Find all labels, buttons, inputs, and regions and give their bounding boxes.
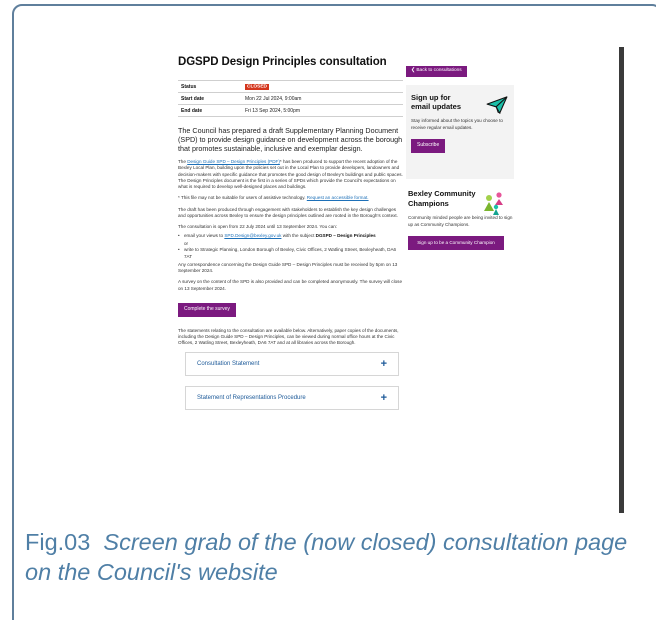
sidebar: ❮ Back to consultations Sign up for emai…: [406, 58, 516, 251]
signup-title: Sign up for email updates: [411, 93, 462, 112]
engagement-paragraph: The draft has been produced through enga…: [178, 206, 398, 219]
status-badge: CLOSED: [245, 84, 269, 90]
figure-number: Fig.03: [25, 529, 91, 555]
community-people-icon: [484, 192, 503, 216]
email-signup-panel: Sign up for email updates Stay informed …: [406, 85, 514, 180]
table-row: Status CLOSED: [178, 80, 403, 93]
status-label: Status: [178, 80, 242, 93]
response-options-list: email your views to SPD.Design@bexley.go…: [178, 232, 403, 240]
end-date-value: Fri 13 Sep 2024, 5:00pm: [242, 104, 403, 117]
plus-icon[interactable]: +: [381, 392, 387, 404]
status-table: Status CLOSED Start date Mon 22 Jul 2024…: [178, 80, 403, 117]
design-guide-pdf-link[interactable]: Design Guide SPD – Design Principles (PD…: [187, 159, 280, 164]
survey-paragraph: A survey on the content of the SPD is al…: [178, 279, 403, 291]
accessible-format-link[interactable]: Request an accessible format.: [307, 195, 369, 200]
plus-icon[interactable]: +: [381, 358, 387, 370]
paper-plane-icon: [486, 96, 508, 115]
bullet-text: email your views to: [184, 232, 225, 238]
statements-paragraph: The statements relating to the consultat…: [178, 327, 399, 346]
complete-survey-button[interactable]: Complete the survey: [178, 302, 236, 317]
table-row: Start date Mon 22 Jul 2024, 9:00am: [178, 92, 403, 105]
bullet-text: with the subject: [281, 232, 316, 238]
start-date-value: Mon 22 Jul 2024, 9:00am: [242, 92, 403, 105]
end-date-label: End date: [178, 104, 242, 117]
scrollbar[interactable]: [619, 47, 624, 513]
table-row: End date Fri 13 Sep 2024, 5:00pm: [178, 104, 403, 117]
community-champion-signup-button[interactable]: Sign up to be a Community Champion: [408, 235, 504, 251]
subscribe-button[interactable]: Subscribe: [411, 138, 446, 153]
caption-text: Screen grab of the (now closed) consulta…: [25, 529, 628, 585]
figure-caption: Fig.03 Screen grab of the (now closed) c…: [25, 527, 645, 587]
main-content: DGSPD Design Principles consultation Sta…: [178, 56, 403, 411]
community-champions-panel: Bexley Community Champions Community min…: [406, 189, 514, 251]
accordion-representations-procedure[interactable]: Statement of Representations Procedure +: [185, 386, 399, 411]
intro-paragraph: The Council has prepared a draft Supplem…: [178, 126, 403, 153]
para-text: * This file may not be suitable for user…: [178, 195, 307, 201]
back-to-consultations-button[interactable]: ❮ Back to consultations: [406, 65, 467, 78]
email-link[interactable]: SPD.Design@bexley.gov.uk: [224, 233, 281, 238]
response-options-list: write to Strategic Planning, London Boro…: [178, 247, 403, 260]
consultation-dates-paragraph: The consultation is open from 22 July 20…: [178, 224, 338, 230]
description-paragraph: The Design Guide SPD – Design Principles…: [178, 159, 403, 190]
list-item: write to Strategic Planning, London Boro…: [178, 247, 403, 260]
accordion-label: Consultation Statement: [197, 361, 260, 368]
signup-text: Stay informed about the topics you choos…: [411, 118, 503, 130]
accessibility-note: * This file may not be suitable for user…: [178, 195, 403, 201]
accordion-label: Statement of Representations Procedure: [197, 395, 306, 402]
list-item: email your views to SPD.Design@bexley.go…: [178, 232, 403, 240]
deadline-paragraph: Any correspondence concerning the Design…: [178, 261, 398, 274]
status-value: CLOSED: [242, 80, 403, 93]
accordion-consultation-statement[interactable]: Consultation Statement +: [185, 352, 399, 377]
email-subject: DGSPD – Design Principles: [315, 232, 376, 238]
start-date-label: Start date: [178, 92, 242, 105]
para-text: The: [178, 159, 188, 164]
website-screenshot: DGSPD Design Principles consultation Sta…: [158, 48, 626, 514]
page-title: DGSPD Design Principles consultation: [178, 56, 387, 68]
